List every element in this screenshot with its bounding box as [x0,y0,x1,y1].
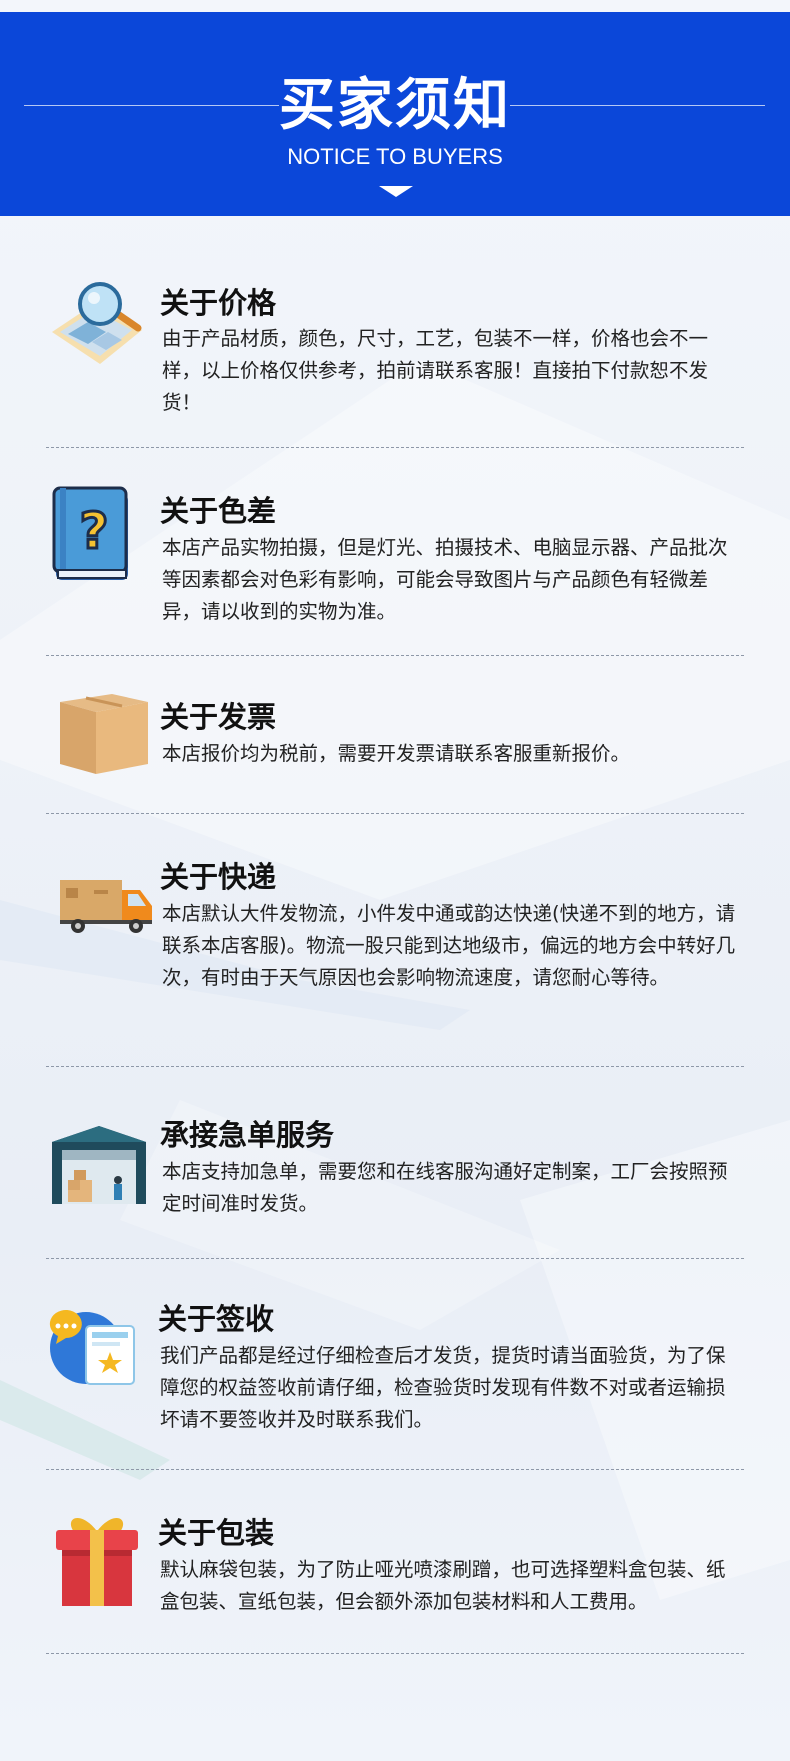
magnifier-map-icon [52,282,142,364]
divider [46,1469,744,1470]
section-title: 关于签收 [158,1302,275,1336]
divider [46,655,744,656]
section-title: 关于价格 [160,286,277,320]
divider [46,1258,744,1259]
divider [46,813,744,814]
question-book-icon: ? [52,486,128,580]
cardboard-box-icon [60,694,148,774]
section-title: 关于发票 [160,700,277,734]
section-body: 默认麻袋包装，为了防止哑光喷漆刷蹭，也可选择塑料盒包装、纸盒包装、宣纸包装，但会… [160,1558,726,1613]
section-title: 关于色差 [160,494,277,528]
svg-text:?: ? [79,502,108,560]
section-body: 本店支持加急单，需要您和在线客服沟通好定制案，工厂会按照预定时间准时发货。 [162,1160,728,1215]
section-title: 关于包装 [158,1516,275,1550]
divider [46,1066,744,1067]
section-body: 我们产品都是经过仔细检查后才发货，提货时请当面验货，为了保障您的权益签收前请仔细… [160,1344,726,1431]
header-banner: 买家须知 NOTICE TO BUYERS [0,12,790,216]
section-title: 承接急单服务 [160,1118,335,1152]
chat-document-star-icon [49,1310,135,1385]
gift-box-icon [56,1517,138,1606]
section-title: 关于快递 [160,860,277,894]
section-body: 本店报价均为税前，需要开发票请联系客服重新报价。 [162,742,631,765]
divider [46,447,744,448]
section-body: 由于产品材质，颜色，尺寸，工艺，包装不一样，价格也会不一样，以上价格仅供参考，拍… [162,327,709,414]
section-body: 本店产品实物拍摄，但是灯光、拍摄技术、电脑显示器、产品批次等因素都会对色彩有影响… [162,536,728,623]
section-body: 本店默认大件发物流，小件发中通或韵达快递(快递不到的地方，请联系本店客服)。物流… [162,902,736,989]
chevron-down-icon [379,186,413,197]
warehouse-icon [52,1126,146,1204]
delivery-truck-icon [60,880,152,933]
divider [46,1653,744,1654]
page-title: 买家须知 [279,73,511,138]
page-subtitle: NOTICE TO BUYERS [287,144,503,169]
